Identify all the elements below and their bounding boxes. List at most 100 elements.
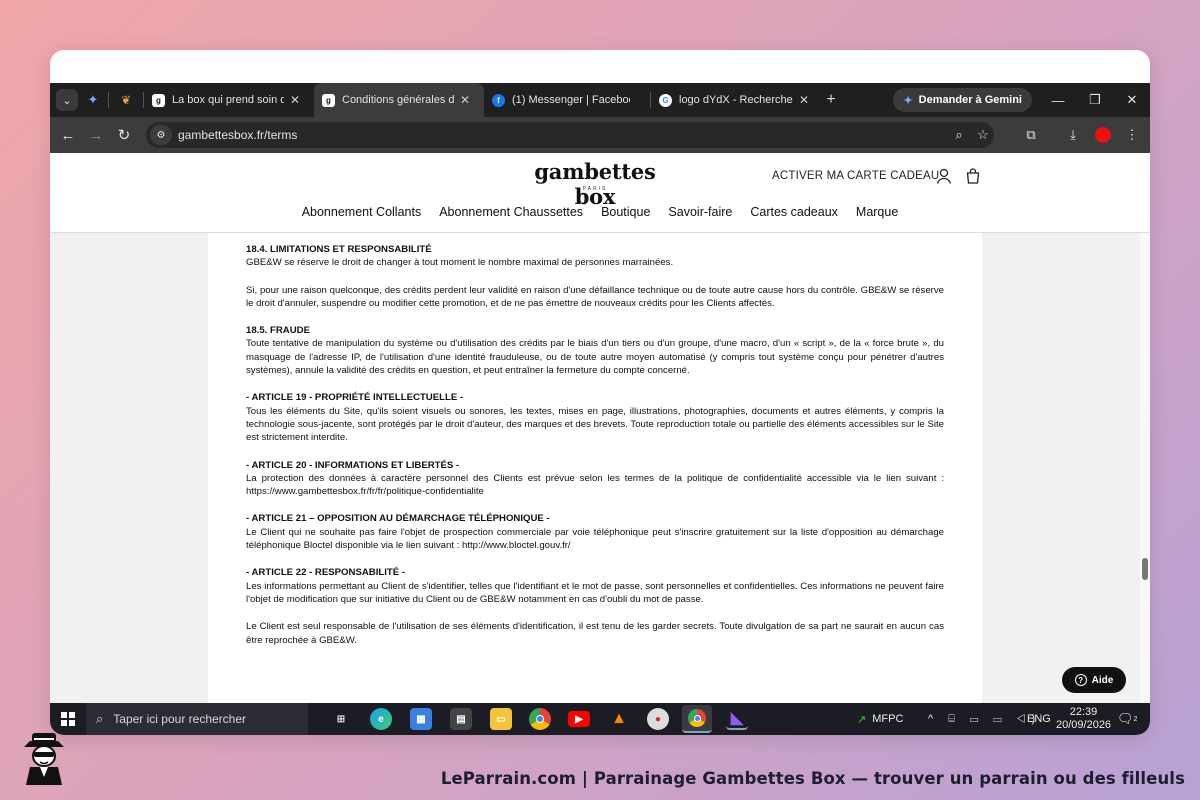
terms-section: Si, pour une raison quelconque, des créd… [246,284,944,311]
edge-icon[interactable]: e [370,708,392,730]
help-button[interactable]: ? Aide [1062,667,1126,693]
section-body: Le Client est seul responsable de l'util… [246,621,944,646]
chrome-icon[interactable] [529,708,551,730]
gemini-button[interactable]: ✦ Demander à Gemini [893,88,1032,112]
app-icon[interactable]: ▤ [450,708,472,730]
tab-conditions[interactable]: g Conditions générales de v ✕ [314,83,484,117]
page-scrollbar[interactable] [1140,233,1150,703]
close-icon[interactable]: ✕ [290,93,300,107]
section-heading: - ARTICLE 22 - RESPONSABILITÉ - [246,567,406,579]
stock-widget[interactable]: ↗ MFPC [857,703,903,735]
minimize-icon[interactable]: — [1040,83,1076,117]
gemini-button-label: Demander à Gemini [918,94,1022,106]
tab-google[interactable]: G logo dYdX - Recherche Go ✕ [651,83,817,117]
stock-chart-icon: ↗ [857,713,867,726]
terms-section: 18.4. LIMITATIONS ET RESPONSABILITÉ GBE&W… [246,243,944,270]
tab-gambettes-home[interactable]: g La box qui prend soin de ✕ [144,83,314,117]
url-text[interactable]: gambettesbox.fr/terms [178,128,297,142]
shopping-bag-icon[interactable] [964,167,982,185]
back-icon[interactable]: ← [54,121,82,149]
zoom-icon[interactable]: ⌕ [949,125,969,145]
clock-time: 22:39 [1069,706,1098,718]
tab-title: Conditions générales de v [342,94,454,106]
google-icon: G [659,93,672,107]
section-heading: 18.5. FRAUDE [246,325,310,337]
chrome-active-icon[interactable] [682,705,712,733]
extensions-icon[interactable]: ⧉ [1020,124,1042,146]
more-menu-icon[interactable]: ⋮ [1121,124,1143,146]
menu-item-gift-cards[interactable]: Cartes cadeaux [750,205,838,219]
tab-search-button[interactable]: ⌄ [56,89,78,111]
section-body: Les informations permettant au Client de… [246,580,944,605]
user-account-icon[interactable] [935,167,953,185]
leparrain-mascot-icon [24,733,64,785]
clock[interactable]: 22:39 20/09/2026 [1056,703,1111,735]
notification-count: 2 [1133,715,1138,723]
tab-bar: ⌄ ✦ ❦ g La box qui prend soin de ✕ g Con… [50,83,1150,117]
close-icon[interactable]: ✕ [460,93,470,107]
tab-title: (1) Messenger | Facebook [512,94,630,106]
section-body: Si, pour une raison quelconque, des créd… [246,284,944,309]
store-icon[interactable]: ▦ [410,708,432,730]
terms-section: 18.5. FRAUDE Toute tentative de manipulat… [246,324,944,377]
section-body: La protection des données à caractère pe… [246,472,944,498]
screenshot-card: ⌄ ✦ ❦ g La box qui prend soin de ✕ g Con… [50,50,1150,735]
omnibox[interactable]: ⚙ gambettesbox.fr/terms ⌕ ☆ [146,122,994,148]
help-button-label: Aide [1091,674,1114,686]
gemini-icon[interactable]: ✦ [78,92,108,108]
close-icon[interactable]: ✕ [799,93,809,107]
menu-item-socks[interactable]: Abonnement Chaussettes [439,205,583,219]
gambettes-favicon-icon: g [152,93,165,107]
close-window-icon[interactable]: ✕ [1114,83,1150,117]
section-heading: - ARTICLE 19 - PROPRIÉTÉ INTELLECTUELLE … [246,392,464,404]
language-indicator[interactable]: ENG [1027,703,1051,735]
section-body: Tous les éléments du Site, qu'ils soient… [246,405,944,444]
task-view-icon[interactable]: ⊞ [330,708,352,730]
tab-title: logo dYdX - Recherche Go [679,94,793,106]
gambettes-favicon-icon: g [322,93,335,107]
menu-item-tights[interactable]: Abonnement Collants [302,205,422,219]
paint-icon[interactable]: ● [647,708,669,730]
terms-content: 18.4. LIMITATIONS ET RESPONSABILITÉ GBE&W… [208,233,982,703]
stock-label: MFPC [872,713,904,725]
site-info-icon[interactable]: ⚙ [150,125,172,145]
site-logo[interactable]: gambettes box [525,159,665,209]
tray-icons[interactable]: ^ ⌸ ▭ ▭ ◁) [928,703,1041,735]
facebook-icon: f [492,93,505,107]
section-body: Toute tentative de manipulation du systè… [246,338,944,377]
notification-icon[interactable]: 🗨 2 [1117,703,1137,735]
bookmark-star-icon[interactable]: ☆ [973,125,993,145]
footer-caption: LeParrain.com | Parrainage Gambettes Box… [440,769,1185,788]
menu-item-know-how[interactable]: Savoir-faire [668,205,732,219]
restore-icon[interactable]: ❐ [1077,83,1113,117]
file-explorer-icon[interactable]: ▭ [490,708,512,730]
terms-section: - ARTICLE 19 - PROPRIÉTÉ INTELLECTUELLE … [246,391,944,444]
vlc-icon[interactable]: ▲ [608,708,630,730]
reload-icon[interactable]: ↻ [110,121,138,149]
download-icon[interactable]: ⤓ [1062,124,1084,146]
scrollbar-thumb[interactable] [1142,558,1148,580]
windows-taskbar: ⌕ Taper ici pour rechercher ⊞ e ▦ ▤ ▭ ▶ … [50,703,1150,735]
menu-item-brand[interactable]: Marque [856,205,898,219]
menu-item-shop[interactable]: Boutique [601,205,650,219]
app-icon-triangle[interactable]: ◣ [726,708,748,730]
section-body: Le Client qui ne souhaite pas faire l'ob… [246,526,944,552]
clock-date: 20/09/2026 [1056,719,1112,731]
terms-section: - ARTICLE 21 – OPPOSITION AU DÉMARCHAGE … [246,512,944,552]
gemini-icon: ✦ [903,94,913,107]
profile-avatar-icon[interactable] [1095,127,1111,143]
youtube-icon[interactable]: ▶ [568,711,590,727]
new-tab-icon[interactable]: + [817,91,845,109]
site-header: gambettes box PARIS ACTIVER MA CARTE CAD… [50,153,1150,233]
main-menu: Abonnement Collants Abonnement Chaussett… [50,205,1150,219]
section-heading: - ARTICLE 20 - INFORMATIONS ET LIBERTÉS … [246,459,460,471]
taskbar-search-box[interactable]: ⌕ Taper ici pour rechercher [86,703,308,735]
search-icon: ⌕ [96,711,104,726]
pinned-tab-icon[interactable]: ❦ [109,93,143,107]
gift-card-link[interactable]: ACTIVER MA CARTE CADEAU [772,170,939,182]
address-bar: ← → ↻ ⚙ gambettesbox.fr/terms ⌕ ☆ ⧉ ⤓ ⋮ [50,117,1150,153]
browser-window: ⌄ ✦ ❦ g La box qui prend soin de ✕ g Con… [50,83,1150,735]
terms-section: - ARTICLE 20 - INFORMATIONS ET LIBERTÉS … [246,459,944,499]
tab-messenger[interactable]: f (1) Messenger | Facebook [484,83,650,117]
forward-icon[interactable]: → [82,121,110,149]
